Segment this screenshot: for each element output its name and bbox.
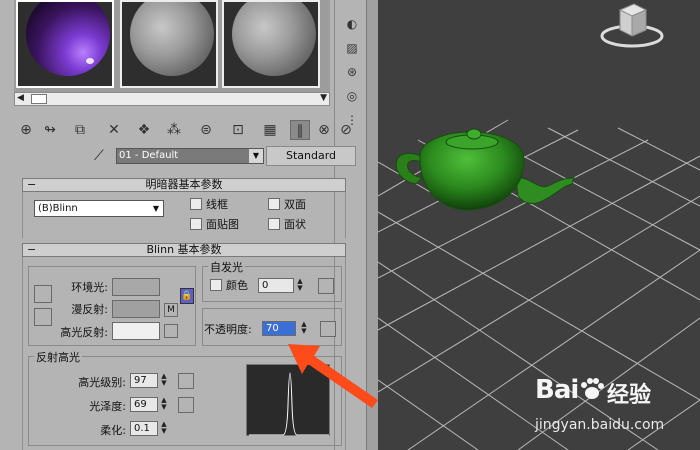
material-toolbar: ⊕ ↬ ⧉ ✕ ❖ ⁂ ⊜ ⊡ ▦ ∥ ⊗ ⊘ <box>14 118 366 144</box>
shader-rollout-header[interactable]: − 明暗器基本参数 <box>22 178 346 192</box>
collapse-icon[interactable]: − <box>27 244 36 256</box>
specular-map-button[interactable] <box>164 324 178 338</box>
specular-level-spinner[interactable]: ▲ ▼ <box>160 373 168 388</box>
diffuse-label: 漫反射: <box>71 303 108 316</box>
scroll-right-icon[interactable]: ▼ <box>320 93 327 103</box>
lock-icon[interactable]: 🔒 <box>180 288 194 304</box>
watermark-url: jingyan.baidu.com <box>535 417 665 433</box>
copy-material-icon[interactable]: ❖ <box>134 120 154 140</box>
blinn-rollout-title: Blinn 基本参数 <box>146 243 222 256</box>
glossiness-input[interactable]: 69 <box>130 397 158 412</box>
shader-type-select[interactable]: (B)Blinn ▼ <box>34 200 164 217</box>
diffuse-color-swatch[interactable] <box>112 300 160 318</box>
ambient-label: 环境光: <box>71 281 108 294</box>
specular-level-input[interactable]: 97 <box>130 373 158 388</box>
two-sided-label: 双面 <box>284 198 306 211</box>
put-to-library-icon[interactable]: ⊜ <box>196 120 216 140</box>
faceted-label: 面状 <box>284 218 306 231</box>
reset-icon[interactable]: ✕ <box>104 120 124 140</box>
go-to-parent-icon[interactable]: ⊗ <box>314 120 334 140</box>
soften-label: 柔化: <box>100 424 126 437</box>
specular-level-label: 高光级别: <box>78 376 126 389</box>
chevron-down-icon[interactable]: ▼ <box>150 202 162 215</box>
go-forward-sibling-icon[interactable]: ⊘ <box>336 120 356 140</box>
background-icon[interactable]: ⊛ <box>344 64 360 80</box>
paw-icon <box>581 378 604 399</box>
sample-slot-grey[interactable] <box>222 0 320 88</box>
faceted-checkbox[interactable] <box>268 218 280 230</box>
sample-sphere <box>130 2 214 76</box>
wire-checkbox[interactable] <box>190 198 202 210</box>
collapse-icon[interactable]: − <box>27 179 36 191</box>
chevron-down-icon[interactable]: ▼ <box>249 149 263 163</box>
sample-sphere <box>232 2 316 76</box>
annotation-arrow <box>288 344 378 408</box>
baidu-jingyan-watermark: Bai 经验 jingyan.baidu.com <box>535 375 700 450</box>
glossiness-map-button[interactable] <box>178 397 194 413</box>
self-illum-color-checkbox[interactable] <box>210 279 222 291</box>
specular-label: 高光反射: <box>60 326 108 339</box>
self-illum-map-button[interactable] <box>318 278 334 294</box>
shader-type-value: (B)Blinn <box>38 203 78 214</box>
material-name-field[interactable]: 01 - Default ▼ <box>116 148 264 164</box>
watermark-brand-tail: 经验 <box>607 383 652 408</box>
get-material-icon[interactable]: ⊕ <box>16 120 36 140</box>
viewcube[interactable] <box>600 0 664 52</box>
self-illum-spinner[interactable]: ▲ ▼ <box>296 278 304 293</box>
opacity-label: 不透明度: <box>204 323 252 336</box>
wire-label: 线框 <box>206 198 228 211</box>
sample-type-icon[interactable]: ◐ <box>344 16 360 32</box>
diffuse-map-button[interactable]: M <box>164 303 178 317</box>
specular-highlights-title: 反射高光 <box>34 349 82 365</box>
face-map-label: 面贴图 <box>206 218 239 231</box>
watermark-brand: Bai <box>535 375 579 405</box>
lock-ambient-diffuse-icon[interactable] <box>34 285 52 303</box>
blinn-rollout-header[interactable]: − Blinn 基本参数 <box>22 243 346 257</box>
self-illum-color-label: 颜色 <box>226 279 248 292</box>
self-illum-title: 自发光 <box>208 259 245 275</box>
glossiness-label: 光泽度: <box>89 400 126 413</box>
sample-slot-purple[interactable] <box>16 0 114 88</box>
eyedropper-icon[interactable]: ⟋ <box>94 148 110 164</box>
two-sided-checkbox[interactable] <box>268 198 280 210</box>
scroll-left-icon[interactable]: ◀ <box>17 93 24 103</box>
self-illum-value[interactable]: 0 <box>258 278 294 293</box>
shader-rollout-title: 明暗器基本参数 <box>145 178 223 191</box>
soften-spinner[interactable]: ▲ ▼ <box>160 421 168 436</box>
material-type-button[interactable]: Standard <box>266 146 356 166</box>
material-id-icon[interactable]: ⊡ <box>228 120 248 140</box>
ambient-color-swatch[interactable] <box>112 278 160 296</box>
backlight-icon[interactable]: ▨ <box>344 40 360 56</box>
sample-sphere <box>26 2 110 76</box>
show-map-icon[interactable]: ▦ <box>260 120 280 140</box>
sample-slots <box>14 0 330 92</box>
face-map-checkbox[interactable] <box>190 218 202 230</box>
slots-horizontal-scrollbar[interactable]: ◀ ▼ <box>14 92 330 106</box>
make-unique-icon[interactable]: ⁂ <box>164 120 184 140</box>
glossiness-spinner[interactable]: ▲ ▼ <box>160 397 168 412</box>
sample-slot-grey[interactable] <box>120 0 218 88</box>
material-name: 01 - Default <box>119 150 179 161</box>
specular-level-map-button[interactable] <box>178 373 194 389</box>
soften-input[interactable]: 0.1 <box>130 421 158 436</box>
specular-highlight <box>86 58 94 64</box>
assign-to-selection-icon[interactable]: ⧉ <box>70 120 90 140</box>
specular-color-swatch[interactable] <box>112 322 160 340</box>
put-to-scene-icon[interactable]: ↬ <box>40 120 60 140</box>
uv-tiling-icon[interactable]: ◎ <box>344 88 360 104</box>
show-end-result-icon[interactable]: ∥ <box>290 120 310 140</box>
scroll-thumb[interactable] <box>31 94 47 104</box>
